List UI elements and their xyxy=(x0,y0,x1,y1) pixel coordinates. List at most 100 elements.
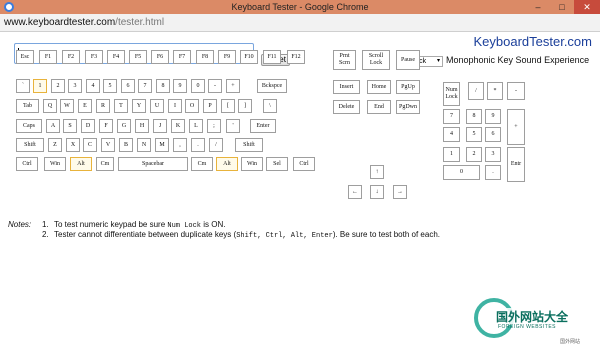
key-fn-1[interactable]: F1 xyxy=(39,50,57,64)
key-tab_row-0[interactable]: Tab xyxy=(16,99,39,113)
key-num_row-8[interactable]: 8 xyxy=(156,79,170,93)
key-caps_row-4[interactable]: F xyxy=(99,119,113,133)
key-num_row-6[interactable]: 6 xyxy=(121,79,135,93)
key-numpad-7[interactable]: + xyxy=(507,109,525,145)
key-fn-7[interactable]: F7 xyxy=(173,50,191,64)
key-num_row-13[interactable]: Bckspce xyxy=(257,79,287,93)
key-fn-6[interactable]: F6 xyxy=(151,50,169,64)
key-numpad-2[interactable]: * xyxy=(487,82,503,100)
key-numpad-11[interactable]: 1 xyxy=(443,147,460,162)
key-ctrl_row-4[interactable]: Spacebar xyxy=(118,157,188,171)
key-nav2-0[interactable]: Delete xyxy=(333,100,360,114)
key-fn-3[interactable]: F3 xyxy=(85,50,103,64)
key-caps_row-2[interactable]: S xyxy=(63,119,77,133)
key-num_row-3[interactable]: 3 xyxy=(68,79,82,93)
key-numpad-8[interactable]: 4 xyxy=(443,127,460,142)
key-nav1-2[interactable]: PgUp xyxy=(396,80,420,94)
key-shift_row-8[interactable]: , xyxy=(173,138,187,152)
key-num_row-1[interactable]: 1 xyxy=(33,79,47,93)
key-fn-4[interactable]: F4 xyxy=(107,50,125,64)
key-shift_row-0[interactable]: Shift xyxy=(16,138,44,152)
key-caps_row-1[interactable]: A xyxy=(46,119,60,133)
key-sys-0[interactable]: Prnt Scrn xyxy=(333,50,356,70)
key-tab_row-4[interactable]: R xyxy=(96,99,110,113)
key-numpad-0[interactable]: Num Lock xyxy=(443,82,460,106)
key-arrows-3[interactable]: → xyxy=(393,185,407,199)
key-shift_row-11[interactable]: Shift xyxy=(235,138,263,152)
key-tab_row-11[interactable]: [ xyxy=(221,99,235,113)
key-shift_row-6[interactable]: N xyxy=(137,138,151,152)
key-caps_row-3[interactable]: D xyxy=(81,119,95,133)
key-shift_row-7[interactable]: M xyxy=(155,138,169,152)
close-button[interactable]: ✕ xyxy=(574,0,600,14)
key-tab_row-10[interactable]: P xyxy=(203,99,217,113)
key-fn-8[interactable]: F8 xyxy=(196,50,214,64)
key-num_row-4[interactable]: 4 xyxy=(86,79,100,93)
key-fn-10[interactable]: F10 xyxy=(240,50,258,64)
key-tab_row-2[interactable]: W xyxy=(60,99,74,113)
key-tab_row-12[interactable]: ] xyxy=(238,99,252,113)
key-caps_row-0[interactable]: Caps xyxy=(16,119,42,133)
key-tab_row-5[interactable]: T xyxy=(114,99,128,113)
key-tab_row-7[interactable]: U xyxy=(150,99,164,113)
key-num_row-9[interactable]: 9 xyxy=(173,79,187,93)
key-ctrl_row-3[interactable]: Cm xyxy=(96,157,114,171)
key-arrows-2[interactable]: ↓ xyxy=(370,185,384,199)
key-nav2-1[interactable]: End xyxy=(367,100,391,114)
key-ctrl_row-6[interactable]: Alt xyxy=(216,157,238,171)
key-ctrl_row-8[interactable]: Sel xyxy=(266,157,288,171)
maximize-button[interactable]: □ xyxy=(552,0,572,14)
key-shift_row-10[interactable]: / xyxy=(209,138,223,152)
key-fn-0[interactable]: Esc xyxy=(16,50,34,64)
key-sys-2[interactable]: Pause xyxy=(396,50,420,70)
key-numpad-6[interactable]: 9 xyxy=(485,109,501,124)
key-num_row-10[interactable]: 0 xyxy=(191,79,205,93)
key-caps_row-8[interactable]: K xyxy=(171,119,185,133)
key-nav1-0[interactable]: Insert xyxy=(333,80,360,94)
key-caps_row-7[interactable]: J xyxy=(153,119,167,133)
key-ctrl_row-1[interactable]: Win xyxy=(44,157,66,171)
key-shift_row-2[interactable]: X xyxy=(66,138,80,152)
key-ctrl_row-7[interactable]: Win xyxy=(241,157,263,171)
minimize-button[interactable]: – xyxy=(528,0,548,14)
key-num_row-2[interactable]: 2 xyxy=(51,79,65,93)
key-fn-12[interactable]: F12 xyxy=(287,50,305,64)
key-caps_row-10[interactable]: ; xyxy=(207,119,221,133)
key-numpad-1[interactable]: / xyxy=(468,82,484,100)
key-caps_row-12[interactable]: Enter xyxy=(250,119,276,133)
key-arrows-0[interactable]: ↑ xyxy=(370,165,384,179)
key-nav2-2[interactable]: PgDwn xyxy=(396,100,420,114)
address-bar[interactable]: www.keyboardtester.com/tester.html xyxy=(0,14,600,32)
key-tab_row-9[interactable]: O xyxy=(185,99,199,113)
key-numpad-10[interactable]: 6 xyxy=(485,127,501,142)
key-num_row-0[interactable]: ` xyxy=(16,79,30,93)
key-tab_row-6[interactable]: Y xyxy=(132,99,146,113)
key-ctrl_row-2[interactable]: Alt xyxy=(70,157,92,171)
key-numpad-15[interactable]: 0 xyxy=(443,165,480,180)
key-fn-5[interactable]: F5 xyxy=(129,50,147,64)
key-shift_row-5[interactable]: B xyxy=(119,138,133,152)
key-shift_row-3[interactable]: C xyxy=(83,138,97,152)
key-numpad-5[interactable]: 8 xyxy=(466,109,482,124)
key-num_row-12[interactable]: + xyxy=(226,79,240,93)
key-num_row-7[interactable]: 7 xyxy=(138,79,152,93)
key-caps_row-5[interactable]: G xyxy=(117,119,131,133)
key-fn-11[interactable]: F11 xyxy=(263,50,281,64)
key-fn-2[interactable]: F2 xyxy=(62,50,80,64)
key-ctrl_row-5[interactable]: Cm xyxy=(191,157,213,171)
key-num_row-5[interactable]: 5 xyxy=(103,79,117,93)
key-arrows-1[interactable]: ← xyxy=(348,185,362,199)
key-tab_row-13[interactable]: \ xyxy=(263,99,277,113)
key-shift_row-1[interactable]: Z xyxy=(48,138,62,152)
key-tab_row-8[interactable]: I xyxy=(168,99,182,113)
key-numpad-9[interactable]: 5 xyxy=(466,127,482,142)
key-fn-9[interactable]: F9 xyxy=(218,50,236,64)
key-tab_row-3[interactable]: E xyxy=(78,99,92,113)
key-numpad-13[interactable]: 3 xyxy=(485,147,501,162)
key-shift_row-4[interactable]: V xyxy=(101,138,115,152)
key-shift_row-9[interactable]: . xyxy=(191,138,205,152)
key-num_row-11[interactable]: - xyxy=(208,79,222,93)
key-numpad-4[interactable]: 7 xyxy=(443,109,460,124)
key-numpad-12[interactable]: 2 xyxy=(466,147,482,162)
key-caps_row-11[interactable]: ' xyxy=(226,119,240,133)
